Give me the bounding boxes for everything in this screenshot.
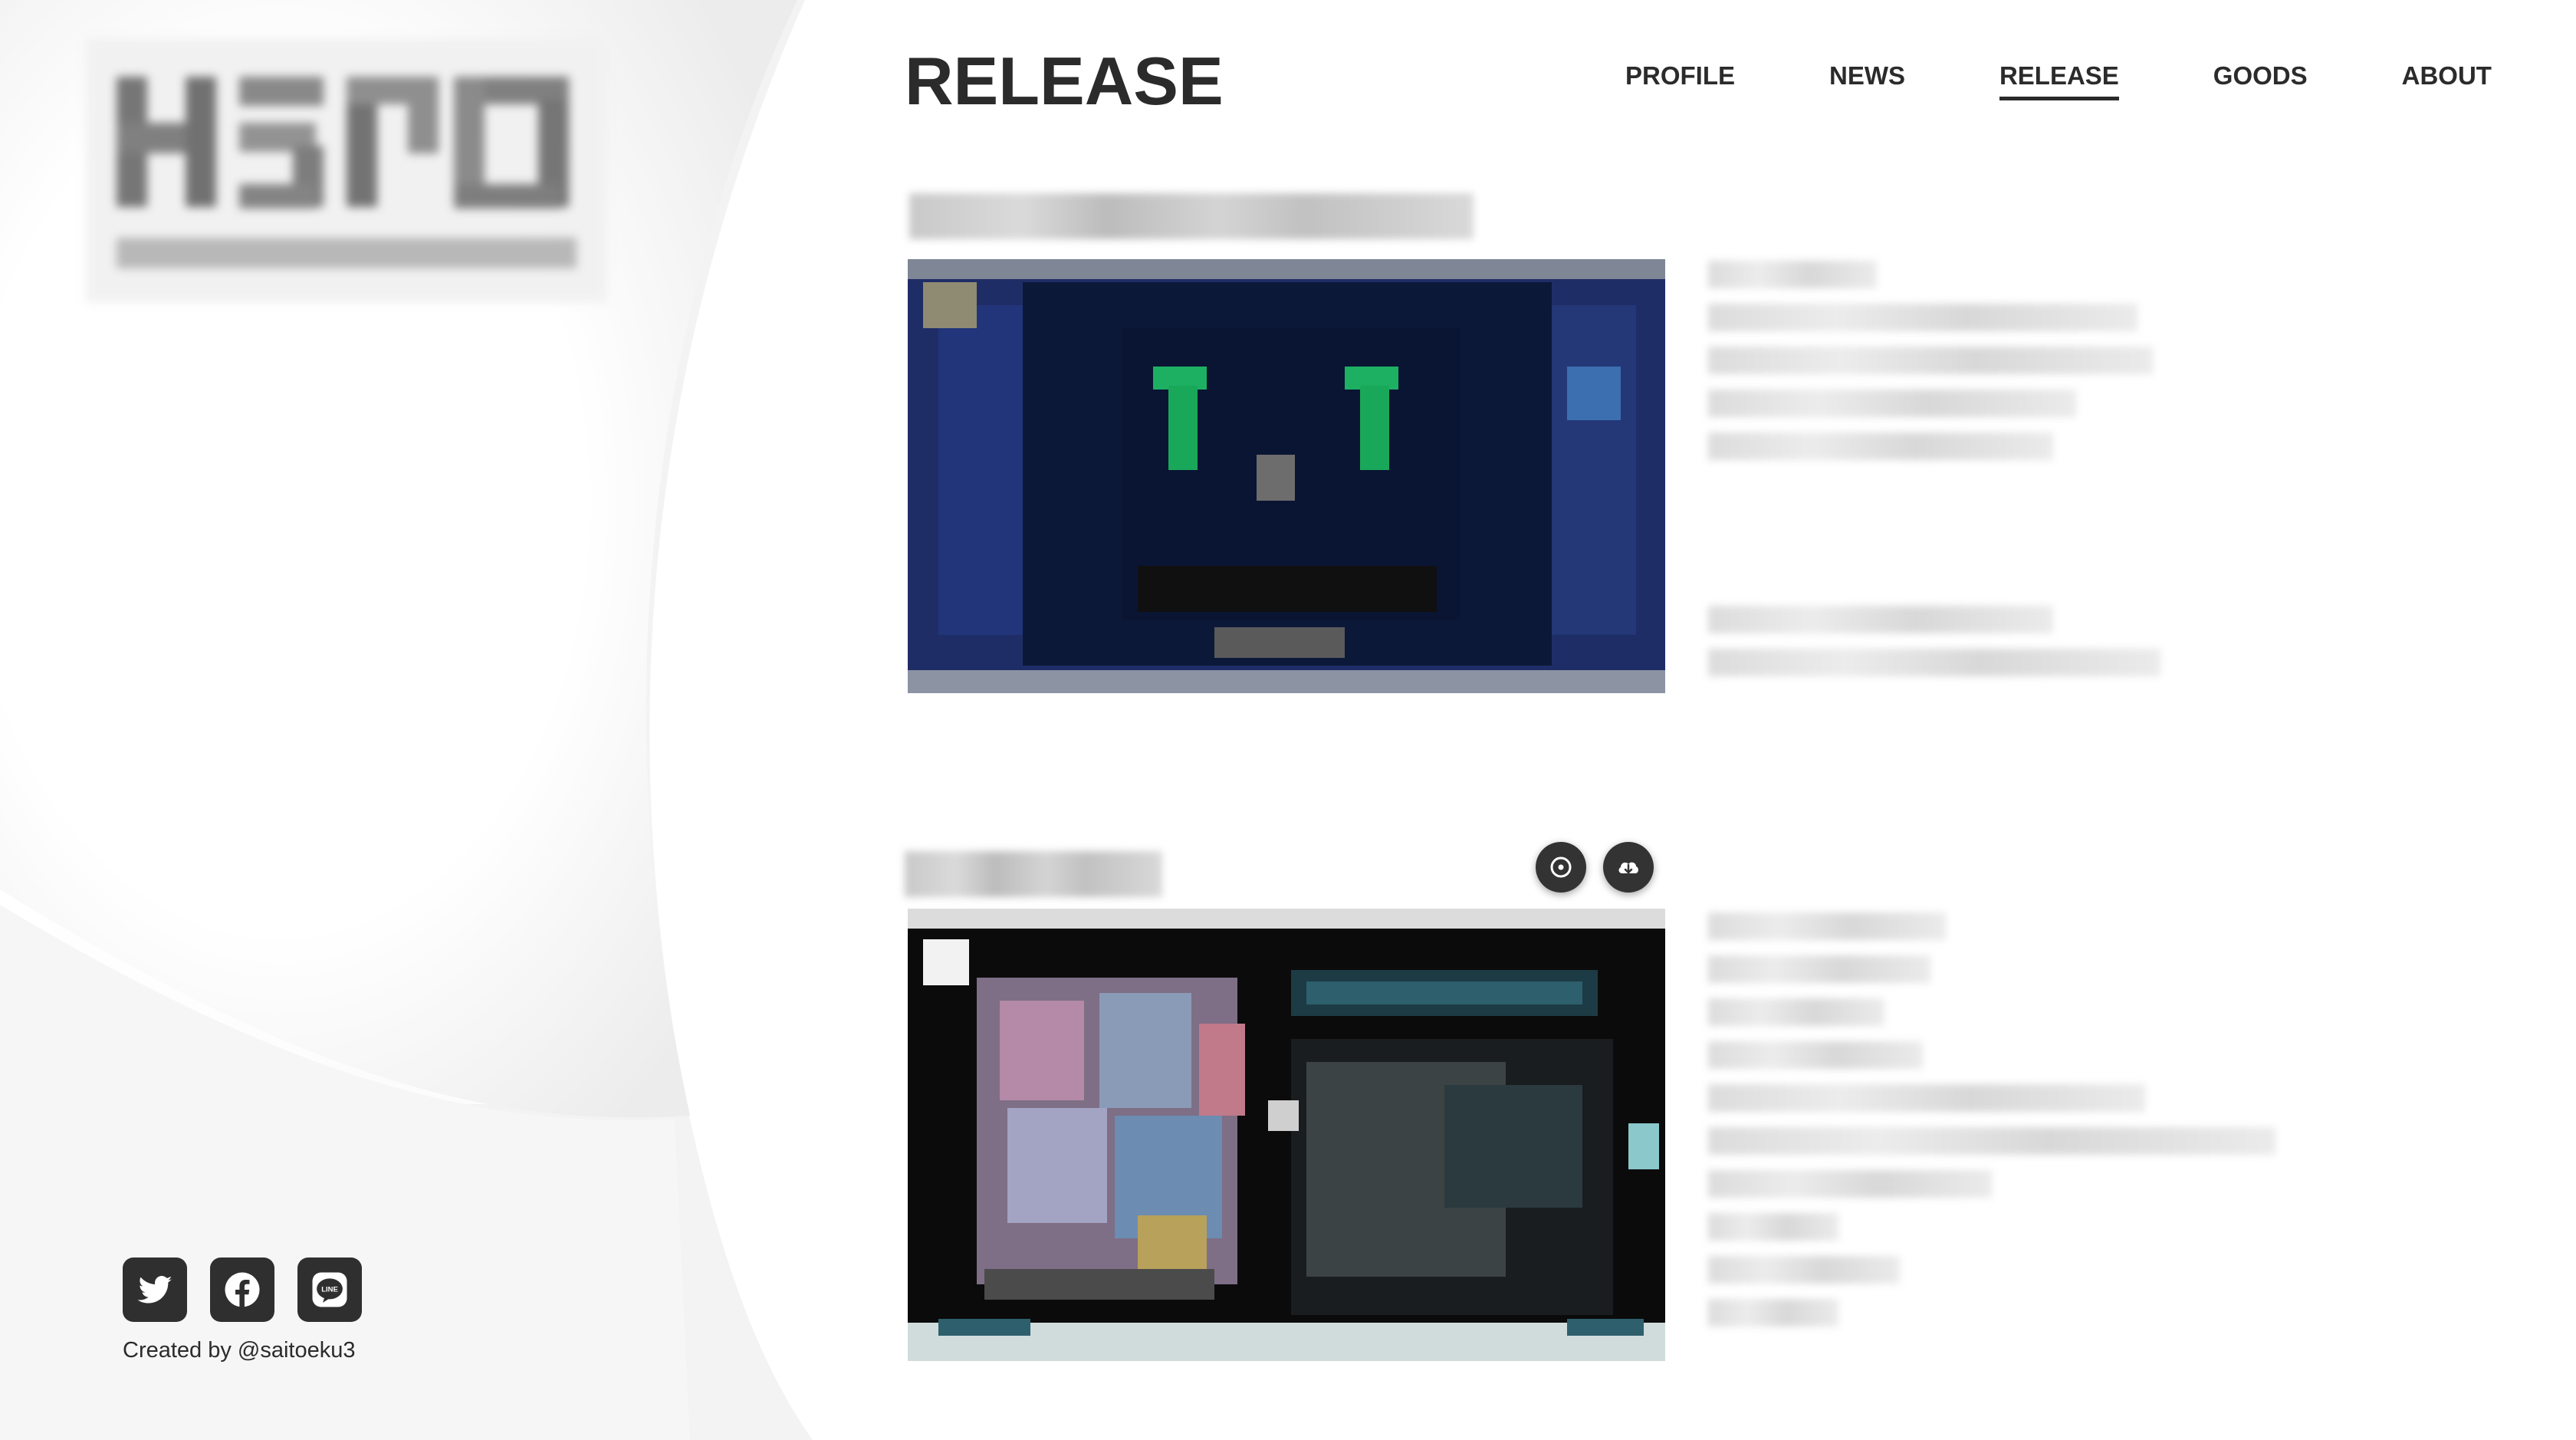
site-logo[interactable] (86, 38, 607, 303)
main-nav: PROFILE NEWS RELEASE GOODS ABOUT (1625, 61, 2492, 100)
release-title-2 (905, 851, 1162, 897)
twitter-icon (137, 1276, 172, 1304)
nav-goods[interactable]: GOODS (2213, 61, 2308, 97)
facebook-icon (225, 1272, 260, 1307)
facebook-link[interactable] (210, 1258, 274, 1322)
line-icon: LINE (312, 1272, 347, 1307)
page: RELEASE PROFILE NEWS RELEASE GOODS ABOUT (0, 0, 2576, 1440)
line-link[interactable]: LINE (297, 1258, 362, 1322)
release-tracks-1 (1708, 606, 2160, 692)
nav-release[interactable]: RELEASE (1999, 61, 2119, 100)
page-title: RELEASE (905, 43, 1224, 119)
twitter-link[interactable] (123, 1258, 187, 1322)
svg-text:LINE: LINE (321, 1286, 338, 1294)
release-description-1 (1708, 261, 2160, 475)
download-button[interactable] (1603, 842, 1654, 893)
nav-news[interactable]: NEWS (1829, 61, 1905, 97)
cloud-download-icon (1618, 862, 1638, 874)
release-cover-1[interactable] (908, 259, 1665, 693)
nav-about[interactable]: ABOUT (2402, 61, 2492, 97)
release-title-1 (909, 193, 1474, 239)
release-cover-2[interactable] (908, 909, 1665, 1361)
release-description-2 (1708, 912, 2275, 1342)
credit-text: Created by @saitoeku3 (123, 1338, 356, 1363)
nav-profile[interactable]: PROFILE (1625, 61, 1735, 97)
listen-button[interactable] (1536, 842, 1586, 893)
disc-icon (1550, 856, 1572, 878)
social-links: LINE (123, 1258, 362, 1322)
